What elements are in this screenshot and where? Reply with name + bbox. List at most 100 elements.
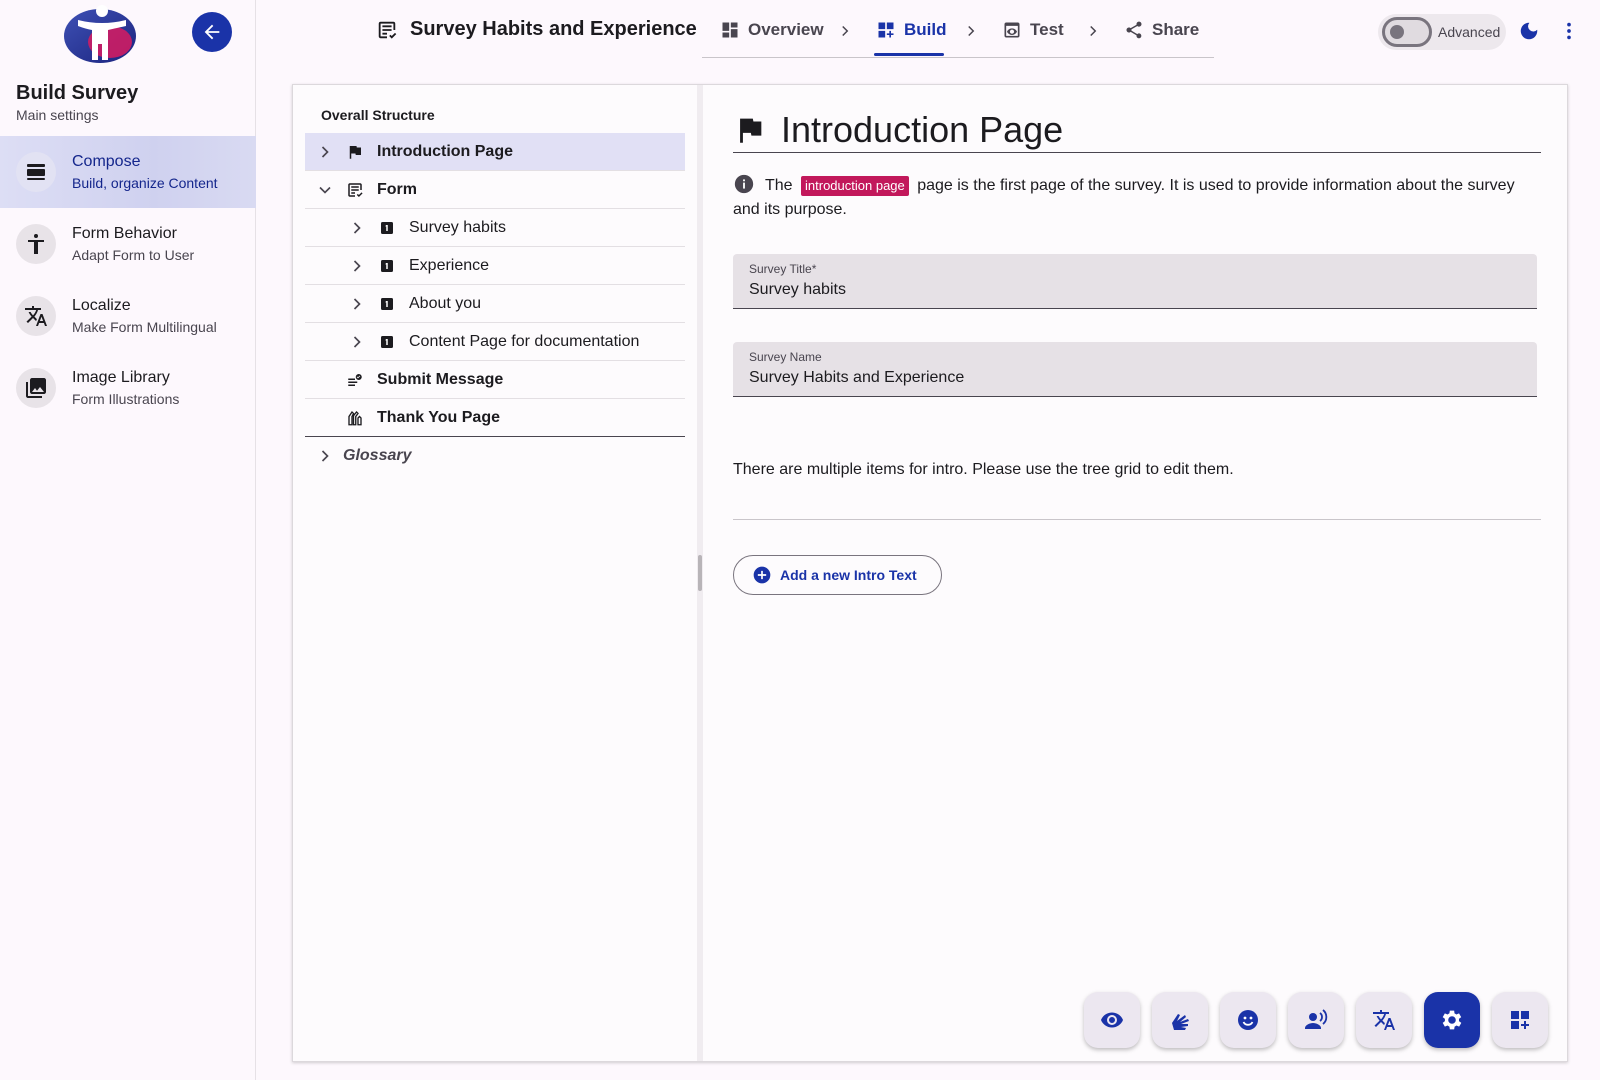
form-check-icon [378, 21, 397, 39]
translate-icon [1373, 1010, 1395, 1030]
preview-button[interactable] [1084, 992, 1140, 1048]
add-intro-text-button[interactable]: Add a new Intro Text [733, 555, 942, 595]
chevron-right-icon[interactable] [345, 216, 369, 240]
add-circle-icon [753, 566, 771, 584]
chevron-right-icon [842, 25, 849, 37]
sidebar-item-form-behavior[interactable]: Form Behavior Adapt Form to User [0, 208, 256, 280]
add-widget-button[interactable] [1492, 992, 1548, 1048]
translate-icon [16, 296, 56, 336]
settings-button[interactable] [1424, 992, 1480, 1048]
chevron-right-icon [968, 25, 975, 37]
tree-row-label: Glossary [343, 447, 412, 464]
active-step-indicator [874, 53, 944, 56]
sidebar-item-label: Localize [72, 297, 131, 314]
chevron-right-icon [1090, 25, 1097, 37]
sidebar-item-sub: Build, organize Content [72, 175, 218, 191]
eye-icon [1101, 1012, 1123, 1028]
editor-card: Overall Structure Introduction Page Form… [292, 84, 1568, 1062]
tree-row-label: Form [377, 180, 417, 198]
accessibility-icon [16, 224, 56, 264]
more-vert-icon[interactable] [1558, 20, 1580, 42]
info-icon [734, 174, 754, 194]
step-test[interactable]: Test [1002, 20, 1064, 40]
easy-language-button[interactable] [1220, 992, 1276, 1048]
tree-row-label: Content Page for documentation [409, 332, 640, 350]
sidebar-item-label: Compose [72, 153, 141, 170]
tree-row-about-you[interactable]: About you [305, 285, 685, 323]
flag-icon [740, 118, 762, 143]
chevron-right-icon[interactable] [313, 444, 337, 468]
gear-icon [1442, 1010, 1462, 1030]
build-grid-icon [878, 22, 894, 38]
tree-row-experience[interactable]: Experience [305, 247, 685, 285]
preview-icon [1004, 22, 1020, 38]
page-one-icon [375, 216, 399, 240]
chevron-right-icon[interactable] [313, 140, 337, 164]
field-value[interactable]: Survey Habits and Experience [749, 369, 1521, 387]
tree-row-label: About you [409, 294, 482, 312]
survey-title-field[interactable]: Survey Title* Survey habits [733, 254, 1537, 309]
tree-row-label: Experience [409, 256, 490, 274]
floating-toolbar [1084, 992, 1548, 1048]
record-voice-icon [1305, 1009, 1328, 1029]
sidebar-item-sub: Form Illustrations [72, 391, 180, 407]
sign-language-icon [1172, 1014, 1189, 1030]
form-check-icon [343, 178, 367, 202]
field-value[interactable]: Survey habits [749, 281, 1521, 299]
introduction-page-chip: introduction page [801, 176, 909, 196]
tree-row-glossary[interactable]: Glossary [305, 437, 685, 475]
tree-heading: Overall Structure [321, 107, 435, 123]
page-one-icon [375, 330, 399, 354]
step-label: Test [1030, 20, 1064, 39]
translate-button[interactable] [1356, 992, 1412, 1048]
dark-mode-icon[interactable] [1518, 20, 1540, 42]
chevron-right-icon[interactable] [345, 254, 369, 278]
share-icon [1126, 21, 1142, 39]
sidebar-item-sub: Make Form Multilingual [72, 319, 217, 335]
survey-title-text: Survey Habits and Experience [410, 18, 697, 40]
advanced-label: Advanced [1438, 24, 1501, 40]
sidebar-item-sub: Adapt Form to User [72, 247, 195, 263]
survey-name-field[interactable]: Survey Name Survey Habits and Experience [733, 342, 1537, 397]
app-logo [64, 2, 140, 64]
step-overview[interactable]: Overview [720, 20, 824, 40]
sidebar-title: Build Survey [16, 82, 139, 104]
tree-row-form[interactable]: Form [305, 171, 685, 209]
arrow-left-icon [204, 24, 220, 40]
page-one-icon [375, 292, 399, 316]
chevron-right-icon[interactable] [345, 292, 369, 316]
detail-heading-text: Introduction Page [781, 108, 1064, 150]
tree-row-introduction-page[interactable]: Introduction Page [305, 133, 685, 171]
sidebar-item-compose[interactable]: Compose Build, organize Content [0, 136, 256, 208]
tree-row-label: Introduction Page [377, 142, 513, 160]
build-grid-icon [1511, 1011, 1529, 1029]
step-share[interactable]: Share [1124, 20, 1199, 40]
step-label: Share [1152, 20, 1200, 39]
tree-row-thank-you-page[interactable]: Thank You Page [305, 399, 685, 437]
multi-items-note: There are multiple items for intro. Plea… [733, 461, 1234, 478]
tree-row-submit-message[interactable]: Submit Message [305, 361, 685, 399]
chevron-down-icon[interactable] [313, 178, 337, 202]
tree-row-label: Thank You Page [377, 408, 500, 426]
chevron-right-icon[interactable] [345, 330, 369, 354]
sidebar-item-label: Image Library [72, 369, 170, 386]
step-label: Overview [748, 20, 824, 39]
info-prefix: The [765, 177, 798, 194]
survey-title: Survey Habits and Experience [376, 18, 697, 41]
image-library-icon [16, 368, 56, 408]
back-button[interactable] [192, 12, 232, 52]
info-text: The introduction page page is the first … [733, 173, 1533, 222]
sign-language-button[interactable] [1152, 992, 1208, 1048]
submit-message-icon [343, 368, 367, 392]
field-label: Survey Title* [749, 262, 817, 276]
advanced-toggle[interactable]: Advanced [1378, 14, 1506, 50]
toggle-switch[interactable] [1382, 17, 1432, 47]
flag-icon [343, 140, 367, 164]
step-build[interactable]: Build [876, 20, 947, 40]
voice-button[interactable] [1288, 992, 1344, 1048]
tree-row-survey-habits[interactable]: Survey habits [305, 209, 685, 247]
sidebar-item-image-library[interactable]: Image Library Form Illustrations [0, 352, 256, 424]
pane-splitter[interactable] [697, 85, 703, 1061]
sidebar-item-localize[interactable]: Localize Make Form Multilingual [0, 280, 256, 352]
tree-row-content-page[interactable]: Content Page for documentation [305, 323, 685, 361]
